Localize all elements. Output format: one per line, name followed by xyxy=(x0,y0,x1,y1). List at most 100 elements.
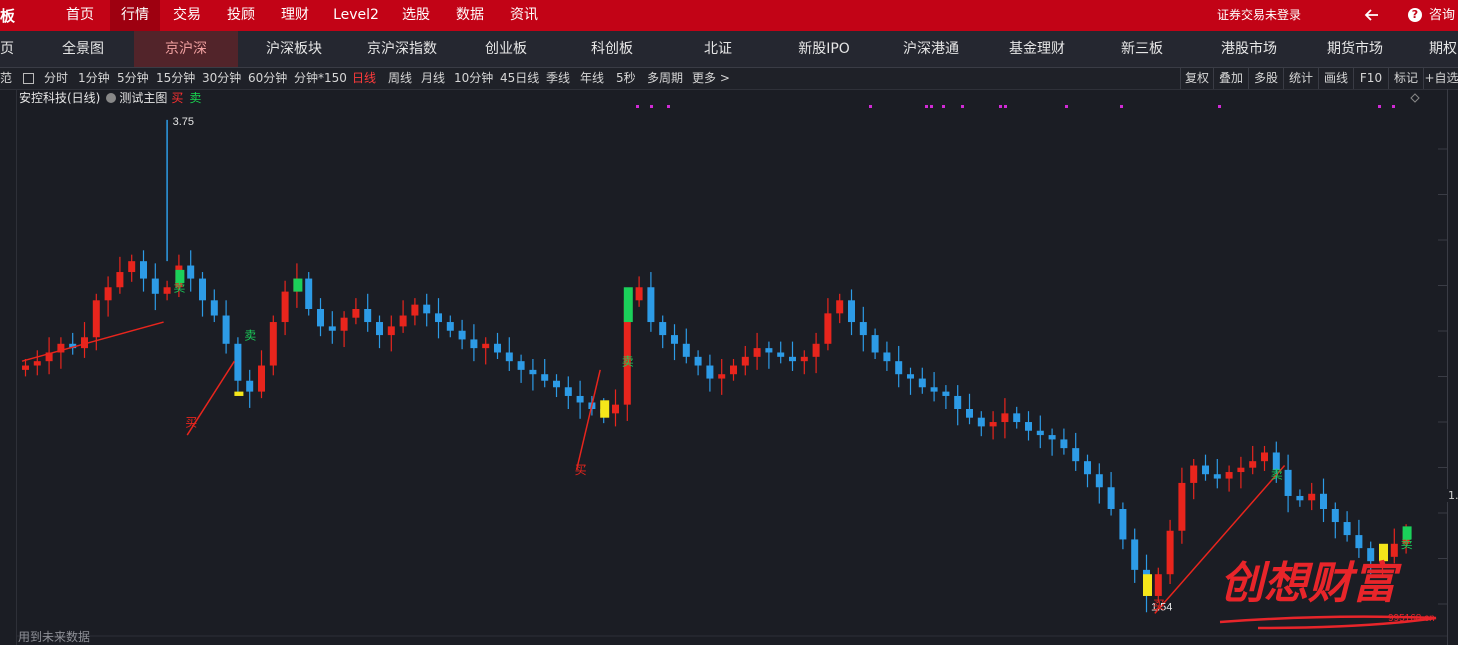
candle-body xyxy=(682,343,690,357)
nav-edge-fragment[interactable]: 页 xyxy=(0,31,14,67)
tab-overview[interactable]: 全景图 xyxy=(55,31,111,67)
period-5min[interactable]: 5分钟 xyxy=(117,68,149,89)
menu-trade[interactable]: 交易 xyxy=(164,0,210,31)
candle-body xyxy=(328,326,336,331)
tab-chinext[interactable]: 创业板 xyxy=(478,31,534,67)
candle-body xyxy=(836,300,844,314)
tab-options[interactable]: 期权 xyxy=(1428,31,1458,67)
candle-body xyxy=(22,365,29,370)
signal-dot xyxy=(1004,105,1007,108)
candle-body xyxy=(423,304,431,314)
buy-signal-label: 买 xyxy=(1153,598,1165,612)
menu-advisor[interactable]: 投顾 xyxy=(218,0,264,31)
period-10min[interactable]: 10分钟 xyxy=(454,68,493,89)
tool-adjust[interactable]: 复权 xyxy=(1180,68,1213,89)
tab-hk-market[interactable]: 港股市场 xyxy=(1214,31,1284,67)
period-monthly[interactable]: 月线 xyxy=(421,68,445,89)
period-150min[interactable]: 分钟*150 xyxy=(294,68,347,89)
signal-dot xyxy=(667,105,670,108)
period-15min[interactable]: 15分钟 xyxy=(156,68,195,89)
back-arrow-icon[interactable] xyxy=(1362,5,1382,25)
candle-body xyxy=(859,322,867,336)
signal-dot xyxy=(999,105,1002,108)
tool-multi-stock[interactable]: 多股 xyxy=(1248,68,1283,89)
signal-block xyxy=(600,400,610,418)
menu-home[interactable]: 首页 xyxy=(55,0,105,31)
candle-body xyxy=(187,265,195,279)
tab-star-market[interactable]: 科创板 xyxy=(584,31,640,67)
indicator-settings-icon[interactable] xyxy=(106,93,117,103)
stock-name[interactable]: 安控科技(日线) xyxy=(19,91,100,105)
menu-finance[interactable]: 理财 xyxy=(272,0,318,31)
period-more[interactable]: 更多 > xyxy=(692,68,730,89)
account-status[interactable]: 证券交易未登录 xyxy=(1217,0,1301,31)
sell-signal-label: 卖 xyxy=(1271,468,1283,482)
candle-body xyxy=(1178,482,1186,531)
menu-level2[interactable]: Level2 xyxy=(329,0,383,31)
candle-body xyxy=(753,348,761,357)
tool-mark[interactable]: 标记 xyxy=(1388,68,1423,89)
tool-overlay[interactable]: 叠加 xyxy=(1213,68,1248,89)
buy-signal-label: 买 xyxy=(185,415,197,429)
candle-body xyxy=(883,352,891,362)
tab-sectors[interactable]: 沪深板块 xyxy=(259,31,329,67)
candle-body xyxy=(812,343,820,357)
period-60min[interactable]: 60分钟 xyxy=(248,68,287,89)
period-5sec[interactable]: 5秒 xyxy=(616,68,636,89)
candle-body xyxy=(269,322,277,366)
period-weekly[interactable]: 周线 xyxy=(388,68,412,89)
period-multi[interactable]: 多周期 xyxy=(647,68,683,89)
tool-stats[interactable]: 统计 xyxy=(1283,68,1318,89)
signal-dot xyxy=(930,105,933,108)
period-toolbar: 范 分时 1分钟 5分钟 15分钟 30分钟 60分钟 分钟*150 日线 周线… xyxy=(0,68,1458,90)
tool-watchlist[interactable]: +自选 xyxy=(1423,68,1458,89)
candle-body xyxy=(234,343,242,381)
period-yearly[interactable]: 年线 xyxy=(580,68,604,89)
candle-body xyxy=(163,287,171,294)
axis-price-label: 1.9 xyxy=(1446,489,1458,502)
signal-block xyxy=(1143,574,1152,596)
period-1min[interactable]: 1分钟 xyxy=(78,68,110,89)
candle-body xyxy=(529,369,537,375)
indicator-name[interactable]: 测试主图 xyxy=(119,91,167,105)
candle-body xyxy=(1025,422,1032,431)
menu-stock-picker[interactable]: 选股 xyxy=(393,0,439,31)
signal-block xyxy=(293,278,303,292)
tool-draw[interactable]: 画线 xyxy=(1318,68,1353,89)
candle-body xyxy=(151,278,159,294)
tab-ipo[interactable]: 新股IPO xyxy=(792,31,856,67)
watermark-logo: 创想财富 995168.cn xyxy=(1219,558,1437,630)
period-daily[interactable]: 日线 xyxy=(352,68,376,89)
candle-body xyxy=(258,365,265,392)
menu-quotes[interactable]: 行情 xyxy=(110,0,160,31)
period-quarterly[interactable]: 季线 xyxy=(546,68,570,89)
candle-body xyxy=(824,313,832,344)
candle-body xyxy=(635,287,643,301)
menu-news[interactable]: 资讯 xyxy=(501,0,547,31)
candle-body xyxy=(765,348,773,353)
layout-toggle-icon[interactable] xyxy=(23,73,34,84)
tab-jing-hu-shen[interactable]: 京沪深 xyxy=(134,31,238,67)
period-30min[interactable]: 30分钟 xyxy=(202,68,241,89)
tab-connect[interactable]: 沪深港通 xyxy=(896,31,966,67)
diamond-icon xyxy=(1410,93,1420,103)
candle-body xyxy=(576,395,584,403)
period-edge-fragment[interactable]: 范 xyxy=(0,68,12,89)
candle-body xyxy=(1119,509,1127,540)
signal-dot xyxy=(1378,105,1381,108)
menu-data[interactable]: 数据 xyxy=(447,0,493,31)
candle-body xyxy=(541,374,549,381)
candle-body xyxy=(340,317,348,331)
period-intraday[interactable]: 分时 xyxy=(44,68,68,89)
help-icon[interactable]: ? xyxy=(1408,8,1422,22)
tab-beijing[interactable]: 北证 xyxy=(696,31,740,67)
candle-body xyxy=(659,322,667,336)
tab-funds[interactable]: 基金理财 xyxy=(1002,31,1072,67)
tab-neeq[interactable]: 新三板 xyxy=(1114,31,1170,67)
help-label[interactable]: 咨询 xyxy=(1429,0,1455,31)
candle-body xyxy=(1060,439,1068,449)
period-45day[interactable]: 45日线 xyxy=(500,68,539,89)
tab-futures[interactable]: 期货市场 xyxy=(1320,31,1390,67)
tool-f10[interactable]: F10 xyxy=(1353,68,1388,89)
tab-indexes[interactable]: 京沪深指数 xyxy=(360,31,444,67)
